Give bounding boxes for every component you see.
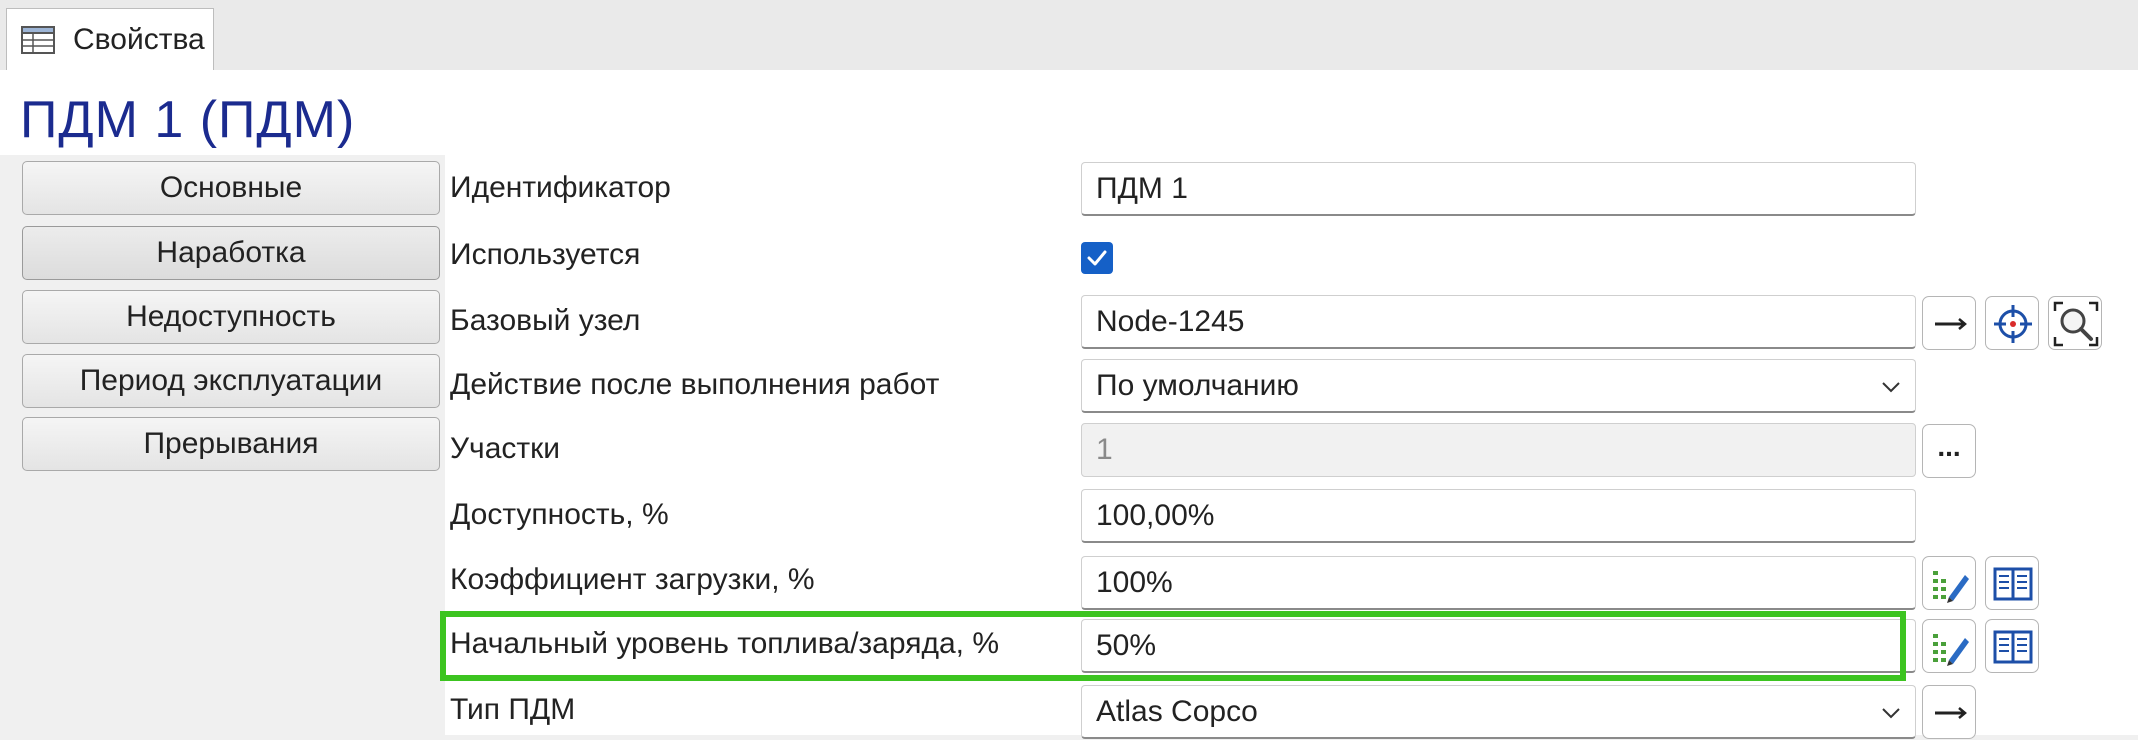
tab-properties[interactable]: Свойства	[6, 8, 214, 71]
availability-field[interactable]: 100,00%	[1081, 489, 1916, 543]
sidebar-item-operation-period[interactable]: Период эксплуатации	[22, 354, 440, 408]
availability-label: Доступность, %	[450, 498, 669, 531]
book-icon	[1993, 567, 2033, 601]
initial-fuel-level-reference-button[interactable]	[1985, 619, 2039, 673]
tab-label: Свойства	[73, 23, 205, 56]
ellipsis-label: ...	[1937, 431, 1961, 462]
chevron-down-icon	[1882, 708, 1900, 719]
initial-fuel-level-edit-button[interactable]	[1922, 619, 1976, 673]
title-area: ПДМ 1 (ПДМ)	[0, 70, 2138, 155]
page-title: ПДМ 1 (ПДМ)	[20, 91, 356, 149]
load-factor-field[interactable]: 100%	[1081, 556, 1916, 610]
initial-fuel-level-field[interactable]: 50%	[1081, 619, 1916, 673]
initial-fuel-level-label: Начальный уровень топлива/заряда, %	[450, 627, 999, 660]
used-label: Используется	[450, 238, 641, 271]
base-node-field[interactable]: Node-1245	[1081, 295, 1916, 349]
identifier-field[interactable]: ПДМ 1	[1081, 162, 1916, 216]
sidebar-item-unavailability[interactable]: Недоступность	[22, 290, 440, 344]
go-to-pdm-type-button[interactable]	[1922, 685, 1976, 739]
crosshair-icon	[1994, 305, 2032, 343]
go-to-node-button[interactable]	[1922, 296, 1976, 350]
data-edit-icon	[1933, 571, 1969, 603]
base-node-label: Базовый узел	[450, 304, 641, 337]
pdm-type-select[interactable]: Atlas Copco	[1081, 685, 1916, 739]
sidebar-item-operating-time[interactable]: Наработка	[22, 226, 440, 280]
sidebar-item-main[interactable]: Основные	[22, 161, 440, 215]
load-factor-edit-button[interactable]	[1922, 556, 1976, 610]
locate-node-button[interactable]	[1985, 296, 2039, 350]
pdm-type-value: Atlas Copco	[1096, 695, 1258, 728]
zoom-to-node-button[interactable]	[2048, 296, 2102, 350]
action-after-work-select[interactable]: По умолчанию	[1081, 359, 1916, 413]
used-checkbox[interactable]	[1081, 242, 1113, 274]
book-icon	[1993, 630, 2033, 664]
action-after-work-value: По умолчанию	[1096, 369, 1299, 402]
sections-more-button[interactable]: ...	[1922, 424, 1976, 478]
sidebar: Основные Наработка Недоступность Период …	[0, 155, 445, 735]
load-factor-label: Коэффициент загрузки, %	[450, 563, 815, 596]
data-edit-icon	[1933, 634, 1969, 666]
sections-label: Участки	[450, 432, 560, 465]
property-grid: Идентификатор ПДМ 1 Используется Базовый…	[445, 155, 2138, 739]
load-factor-reference-button[interactable]	[1985, 556, 2039, 610]
arrow-right-icon	[1935, 707, 1967, 719]
table-icon	[21, 26, 55, 54]
identifier-label: Идентификатор	[450, 171, 671, 204]
sidebar-item-interruptions[interactable]: Прерывания	[22, 417, 440, 471]
tab-strip: Свойства	[0, 0, 2138, 71]
action-after-work-label: Действие после выполнения работ	[450, 368, 940, 401]
arrow-right-icon	[1935, 318, 1967, 330]
magnifier-icon	[2053, 301, 2099, 347]
chevron-down-icon	[1882, 382, 1900, 393]
sections-field: 1	[1081, 423, 1916, 477]
checkmark-icon	[1087, 250, 1107, 266]
pdm-type-label: Тип ПДМ	[450, 693, 576, 726]
